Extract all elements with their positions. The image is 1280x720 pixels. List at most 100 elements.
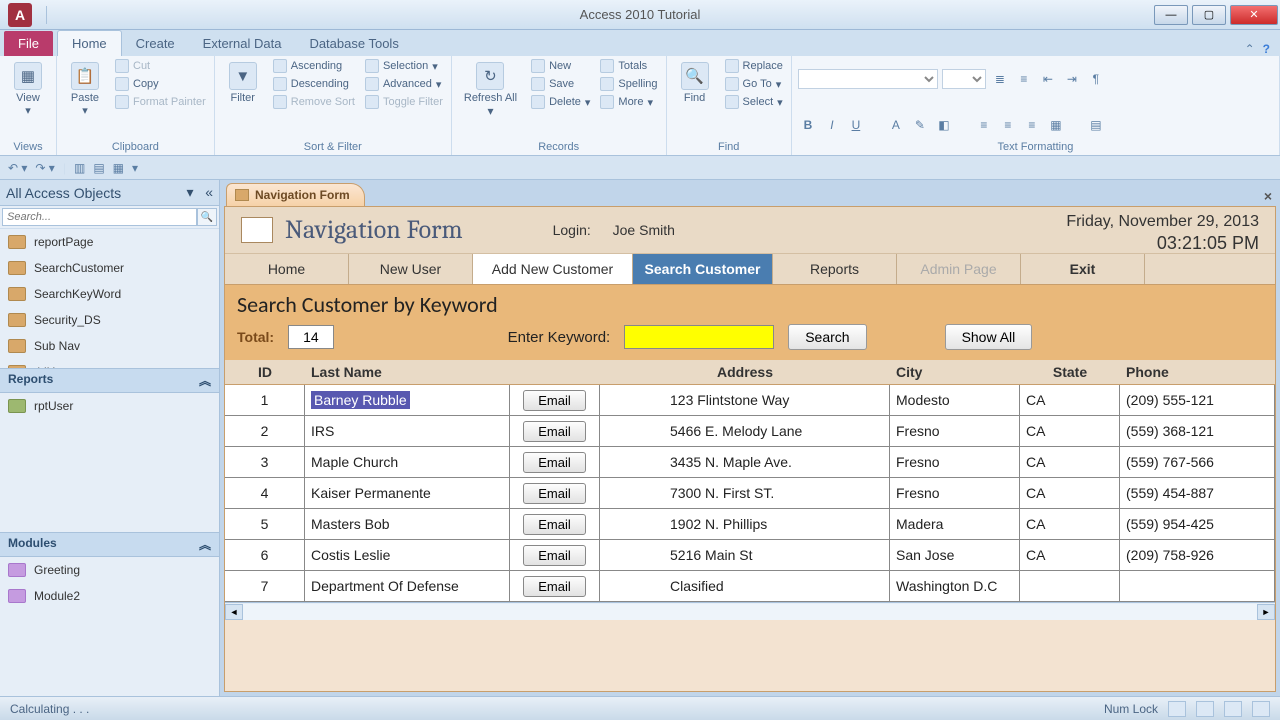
font-family-select[interactable]	[798, 69, 938, 89]
nav-tab[interactable]: Reports	[773, 254, 897, 284]
highlight-icon[interactable]: ✎	[910, 115, 930, 135]
fill-color-icon[interactable]: ◧	[934, 115, 954, 135]
view-btn-4[interactable]	[1252, 701, 1270, 717]
col-state[interactable]: State	[1020, 364, 1120, 380]
nav-tab[interactable]: Search Customer	[633, 254, 773, 284]
ribbon-tab-database-tools[interactable]: Database Tools	[295, 31, 412, 56]
navpane-item[interactable]: SearchCustomer	[0, 255, 219, 281]
qat-icon-3[interactable]: ▦	[113, 161, 124, 175]
navpane-item[interactable]: Greeting	[0, 557, 219, 583]
search-go-icon[interactable]: 🔍	[197, 208, 217, 226]
keyword-input[interactable]	[624, 325, 774, 349]
nav-tab[interactable]: Exit	[1021, 254, 1145, 284]
navpane-reports-header[interactable]: Reports︽	[0, 368, 219, 393]
col-phone[interactable]: Phone	[1120, 364, 1275, 380]
navpane-item[interactable]: SearchKeyWord	[0, 281, 219, 307]
view-btn-1[interactable]	[1168, 701, 1186, 717]
font-size-select[interactable]	[942, 69, 986, 89]
show-all-button[interactable]: Show All	[945, 324, 1033, 350]
view-btn-3[interactable]	[1224, 701, 1242, 717]
selection-button[interactable]: Selection ▾	[363, 58, 445, 74]
bold-icon[interactable]: B	[798, 115, 818, 135]
file-tab[interactable]: File	[4, 31, 53, 56]
filter-button[interactable]: ▼ Filter	[221, 58, 265, 108]
replace-button[interactable]: Replace	[723, 58, 785, 74]
undo-button[interactable]: ↶ ▾	[8, 161, 27, 175]
navpane-item[interactable]: reportPage	[0, 229, 219, 255]
align-center-icon[interactable]: ≡	[998, 115, 1018, 135]
ribbon-tab-home[interactable]: Home	[57, 30, 122, 56]
email-button[interactable]: Email	[523, 514, 586, 535]
email-button[interactable]: Email	[523, 421, 586, 442]
email-button[interactable]: Email	[523, 452, 586, 473]
copy-button[interactable]: Copy	[113, 76, 208, 92]
table-row[interactable]: 1Barney RubbleEmail123 Flintstone WayMod…	[225, 385, 1275, 416]
view-btn-2[interactable]	[1196, 701, 1214, 717]
scroll-left-icon[interactable]: ◄	[225, 604, 243, 620]
format-painter-button[interactable]: Format Painter	[113, 94, 208, 110]
refresh-all-button[interactable]: ↻ Refresh All▾	[458, 58, 523, 122]
cut-button[interactable]: Cut	[113, 58, 208, 74]
window-close-button[interactable]: ✕	[1230, 5, 1278, 25]
underline-icon[interactable]: U	[846, 115, 866, 135]
navpane-item[interactable]: Module2	[0, 583, 219, 609]
help-icon[interactable]: ?	[1263, 42, 1270, 56]
redo-button[interactable]: ↷ ▾	[35, 161, 54, 175]
scroll-right-icon[interactable]: ►	[1257, 604, 1275, 620]
horizontal-scrollbar[interactable]: ◄ ►	[225, 602, 1275, 620]
table-row[interactable]: 7Department Of DefenseEmailClasifiedWash…	[225, 571, 1275, 602]
table-row[interactable]: 5Masters BobEmail1902 N. PhillipsMaderaC…	[225, 509, 1275, 540]
remove-sort-button[interactable]: Remove Sort	[271, 94, 357, 110]
number-list-icon[interactable]: ≡	[1014, 69, 1034, 89]
navpane-item[interactable]: Sub Nav	[0, 333, 219, 359]
navpane-item[interactable]: rptUser	[0, 393, 219, 419]
table-row[interactable]: 3Maple ChurchEmail3435 N. Maple Ave.Fres…	[225, 447, 1275, 478]
table-row[interactable]: 2IRSEmail5466 E. Melody LaneFresnoCA(559…	[225, 416, 1275, 447]
save-record-button[interactable]: Save	[529, 76, 592, 92]
ribbon-tab-external-data[interactable]: External Data	[189, 31, 296, 56]
nav-tab[interactable]: New User	[349, 254, 473, 284]
email-button[interactable]: Email	[523, 576, 586, 597]
qat-icon-1[interactable]: ▥	[74, 161, 85, 175]
form-close-button[interactable]: ×	[1256, 186, 1280, 206]
descending-button[interactable]: Descending	[271, 76, 357, 92]
select-button[interactable]: Select ▾	[723, 94, 785, 110]
minimize-button[interactable]: ―	[1154, 5, 1188, 25]
navpane-item[interactable]: tblUser	[0, 359, 219, 368]
navpane-item[interactable]: Security_DS	[0, 307, 219, 333]
qat-icon-2[interactable]: ▤	[93, 161, 104, 175]
ribbon-tab-create[interactable]: Create	[122, 31, 189, 56]
gridlines-icon[interactable]: ▦	[1046, 115, 1066, 135]
ribbon-minimize-icon[interactable]: ⌃	[1245, 42, 1255, 56]
table-row[interactable]: 6Costis LeslieEmail5216 Main StSan JoseC…	[225, 540, 1275, 571]
bullet-list-icon[interactable]: ≣	[990, 69, 1010, 89]
email-button[interactable]: Email	[523, 390, 586, 411]
delete-record-button[interactable]: Delete ▾	[529, 94, 592, 110]
toggle-filter-button[interactable]: Toggle Filter	[363, 94, 445, 110]
align-left-icon[interactable]: ≡	[974, 115, 994, 135]
col-address[interactable]: Address	[600, 364, 890, 380]
view-button[interactable]: ▦ View ▾	[6, 58, 50, 121]
qat-customize[interactable]: ▾	[132, 161, 138, 175]
goto-button[interactable]: Go To ▾	[723, 76, 785, 92]
spelling-button[interactable]: Spelling	[598, 76, 659, 92]
align-right-icon[interactable]: ≡	[1022, 115, 1042, 135]
navpane-header[interactable]: All Access Objects ▾ «	[0, 180, 219, 206]
nav-tab[interactable]: Home	[225, 254, 349, 284]
email-button[interactable]: Email	[523, 483, 586, 504]
navpane-search-input[interactable]	[2, 208, 197, 226]
col-city[interactable]: City	[890, 364, 1020, 380]
search-button[interactable]: Search	[788, 324, 866, 350]
ltr-icon[interactable]: ¶	[1086, 69, 1106, 89]
table-row[interactable]: 4Kaiser PermanenteEmail7300 N. First ST.…	[225, 478, 1275, 509]
maximize-button[interactable]: ▢	[1192, 5, 1226, 25]
indent-decrease-icon[interactable]: ⇤	[1038, 69, 1058, 89]
navpane-modules-header[interactable]: Modules︽	[0, 532, 219, 557]
italic-icon[interactable]: I	[822, 115, 842, 135]
alt-fill-icon[interactable]: ▤	[1086, 115, 1106, 135]
ascending-button[interactable]: Ascending	[271, 58, 357, 74]
email-button[interactable]: Email	[523, 545, 586, 566]
paste-button[interactable]: 📋 Paste ▾	[63, 58, 107, 121]
totals-button[interactable]: Totals	[598, 58, 659, 74]
find-button[interactable]: 🔍 Find	[673, 58, 717, 108]
